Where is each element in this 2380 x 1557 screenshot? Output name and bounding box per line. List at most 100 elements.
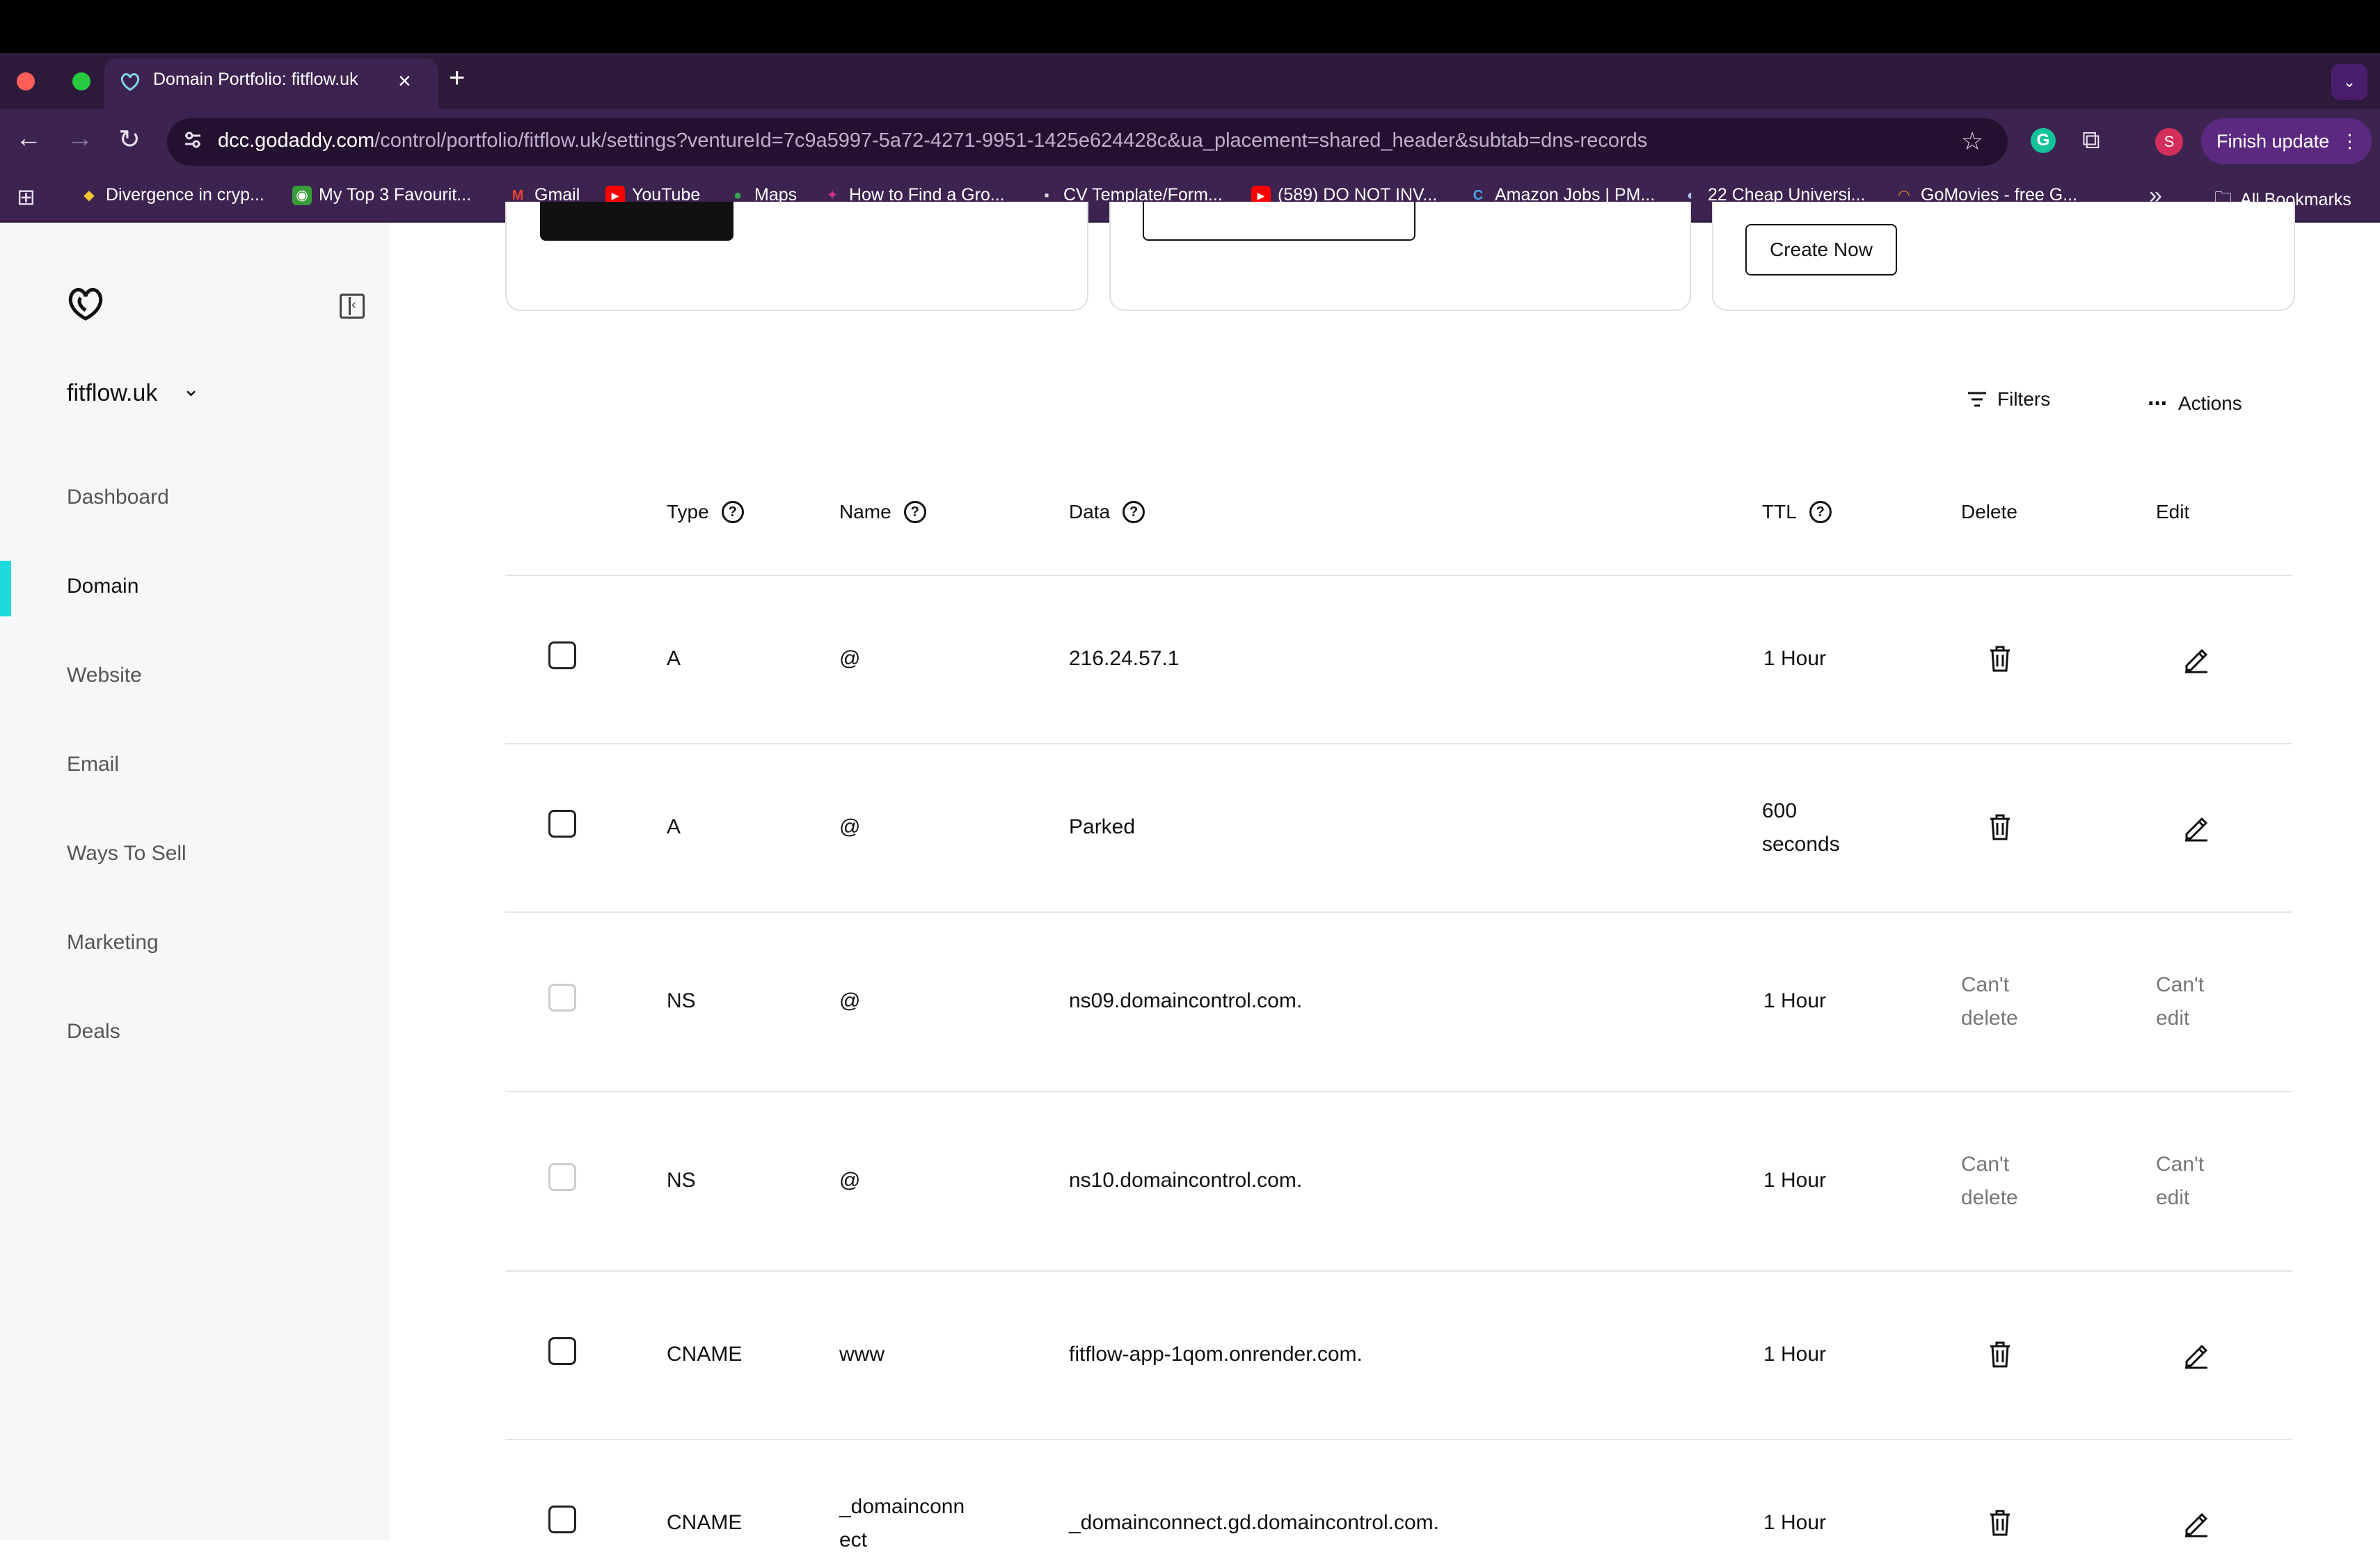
record-ttl: 1 Hour [1763,647,1827,670]
domain-selector[interactable]: fitflow.uk [67,380,157,407]
record-type: A [667,815,681,838]
row-checkbox[interactable] [548,1506,576,1533]
record-name: @ [839,1169,861,1192]
site-info-icon[interactable] [182,129,203,150]
record-type: NS [667,1169,696,1192]
sidebar-item-domain[interactable]: Domain [67,575,138,598]
grammarly-extension-icon[interactable]: G [2031,128,2056,153]
verify-domain-button[interactable] [1143,202,1415,241]
column-header-data: Data? [1069,501,1145,523]
url-domain: dcc.godaddy.com [218,129,375,152]
profile-avatar[interactable]: S [2155,128,2183,156]
apps-grid-icon[interactable]: ⊞ [17,184,35,210]
record-data: ns10.domaincontrol.com. [1069,1169,1303,1192]
finish-update-button[interactable]: Finish update ⋮ [2201,118,2372,164]
bookmark-favicon-icon: ◉ [292,185,312,205]
finish-update-label: Finish update [2216,131,2330,152]
tab-close-icon[interactable]: × [398,68,411,94]
forward-arrow-icon[interactable]: → [67,124,93,154]
back-arrow-icon[interactable]: ← [15,124,42,154]
pencil-icon[interactable] [2181,644,2212,674]
help-icon[interactable]: ? [721,501,744,523]
url-text[interactable]: dcc.godaddy.com/control/portfolio/fitflo… [218,129,1647,152]
record-name: _domainconn ect [839,1495,965,1551]
row-checkbox [548,1163,576,1191]
help-icon[interactable]: ? [1809,501,1832,523]
bookmark-star-icon[interactable]: ☆ [1961,127,1983,156]
record-ttl: 600 seconds [1762,799,1840,856]
record-data: Parked [1069,815,1136,838]
cant-delete-text: Can't delete [1961,1153,2018,1209]
bookmark-item[interactable]: ◆ Divergence in cryp... [79,185,264,205]
column-header-type: Type? [667,501,744,523]
sidebar-item-marketing[interactable]: Marketing [67,931,159,955]
record-ttl: 1 Hour [1763,989,1827,1012]
sidebar-item-email[interactable]: Email [67,753,119,776]
more-horizontal-icon: ··· [2148,390,2168,417]
record-data: 216.24.57.1 [1069,647,1180,670]
filter-icon [1968,392,1986,407]
row-divider [505,1091,2292,1092]
reload-icon[interactable]: ↻ [118,124,141,155]
chevron-down-icon[interactable]: ⌄ [182,377,200,401]
column-header-edit: Edit [2156,501,2190,522]
new-tab-icon[interactable]: + [449,63,465,94]
bookmark-item[interactable]: ◉ My Top 3 Favourit... [292,185,471,205]
tab-search-chevron-icon[interactable]: ⌄ [2331,64,2367,100]
record-ttl: 1 Hour [1763,1169,1827,1192]
record-name: @ [839,647,861,670]
filters-label: Filters [1997,388,2051,410]
row-checkbox[interactable] [548,641,576,669]
more-vert-icon: ⋮ [2340,131,2359,152]
column-header-name: Name? [839,501,926,523]
record-data: fitflow-app-1qom.onrender.com. [1069,1343,1363,1366]
record-ttl: 1 Hour [1763,1511,1827,1534]
pencil-icon[interactable] [2181,812,2212,843]
add-record-button[interactable] [540,202,733,241]
window-zoom-button[interactable] [72,72,90,90]
trash-icon[interactable] [1985,1339,2015,1370]
record-name: @ [839,989,861,1012]
trash-icon[interactable] [1985,1508,2015,1538]
record-name: www [839,1343,884,1366]
create-now-button[interactable]: Create Now [1745,224,1897,276]
actions-button[interactable]: ··· Actions [2148,392,2242,415]
tab-title: Domain Portfolio: fitflow.uk [153,70,358,89]
row-checkbox[interactable] [548,1337,576,1365]
record-type: CNAME [667,1343,743,1366]
active-nav-indicator [0,561,11,616]
row-divider [505,1439,2292,1440]
godaddy-logo-icon[interactable] [65,282,106,323]
godaddy-favicon-icon [120,73,140,91]
sidebar-item-ways-to-sell[interactable]: Ways To Sell [67,842,187,865]
record-ttl: 1 Hour [1763,1343,1827,1366]
filters-button[interactable]: Filters [1967,388,2050,410]
bookmark-favicon-icon: ◆ [84,187,95,203]
column-header-delete: Delete [1961,501,2017,522]
sidebar-item-website[interactable]: Website [67,664,142,687]
record-type: NS [667,989,696,1012]
row-checkbox [548,984,576,1012]
row-divider [505,743,2292,744]
row-checkbox[interactable] [548,810,576,838]
extensions-puzzle-icon[interactable]: ⧉ [2082,125,2100,155]
sidebar [0,223,390,1540]
sidebar-item-dashboard[interactable]: Dashboard [67,486,169,509]
row-divider [505,1270,2292,1272]
cant-delete-text: Can't delete [1961,973,2018,1030]
help-icon[interactable]: ? [903,501,926,523]
record-data: _domainconnect.gd.domaincontrol.com. [1069,1511,1439,1534]
actions-label: Actions [2177,392,2242,414]
sidebar-item-deals[interactable]: Deals [67,1020,120,1044]
trash-icon[interactable] [1985,644,2015,674]
column-header-ttl: TTL? [1762,501,1832,523]
pencil-icon[interactable] [2181,1339,2212,1370]
record-name: @ [839,815,861,838]
trash-icon[interactable] [1985,812,2015,843]
pencil-icon[interactable] [2181,1508,2212,1538]
window-close-button[interactable] [17,72,35,90]
system-top-bar [0,0,2380,53]
row-divider [505,911,2292,913]
help-icon[interactable]: ? [1122,501,1145,523]
collapse-sidebar-icon[interactable]: ‹ [340,294,365,319]
